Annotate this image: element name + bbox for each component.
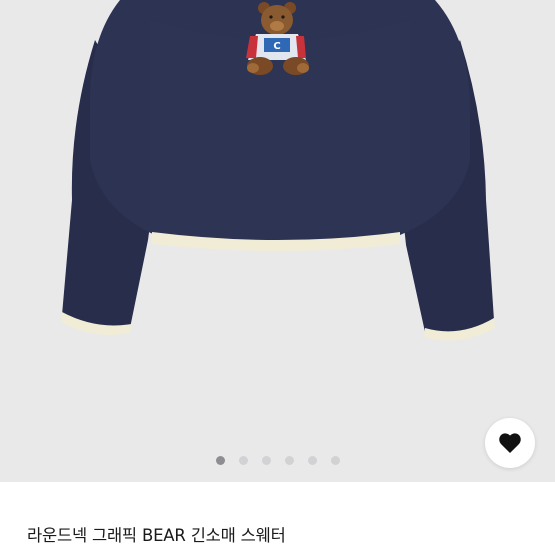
product-image[interactable]: C <box>0 0 555 482</box>
like-button[interactable] <box>485 418 535 468</box>
svg-text:C: C <box>273 41 280 52</box>
sweater-photo: C <box>61 0 495 341</box>
carousel-dot[interactable] <box>215 456 225 465</box>
carousel-dot[interactable] <box>307 456 317 465</box>
carousel-dot[interactable] <box>284 456 294 465</box>
carousel-dot[interactable] <box>238 456 248 465</box>
product-title: 라운드넥 그래픽 BEAR 긴소매 스웨터 <box>27 526 286 545</box>
heart-icon <box>499 433 521 453</box>
image-carousel-indicator <box>0 456 555 465</box>
carousel-dot[interactable] <box>261 456 271 465</box>
product-info: 라운드넥 그래픽 BEAR 긴소매 스웨터 <box>0 482 555 555</box>
carousel-dot[interactable] <box>330 456 340 465</box>
